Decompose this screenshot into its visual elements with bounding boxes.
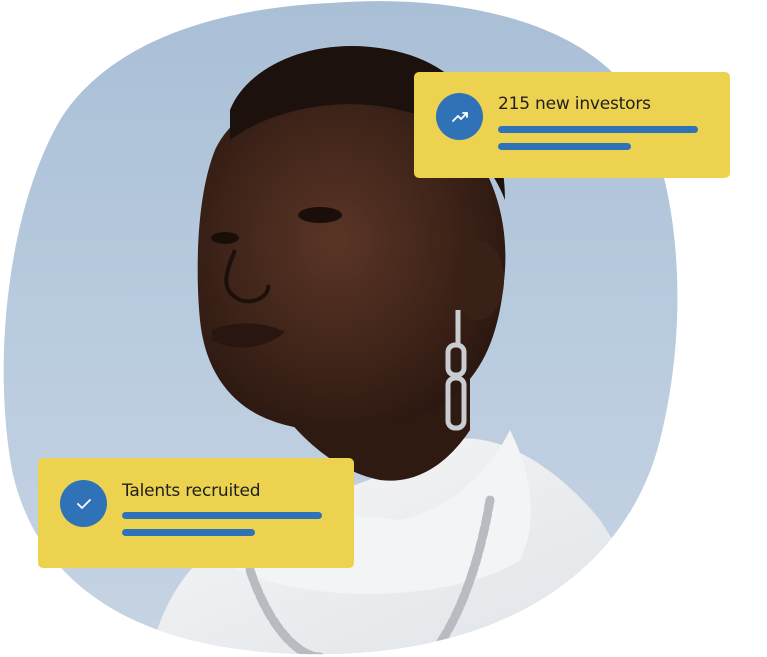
placeholder-line-long	[498, 126, 698, 133]
placeholder-line-long	[122, 512, 322, 519]
checkmark-icon	[60, 480, 107, 527]
talents-card-title: Talents recruited	[122, 481, 261, 501]
eye-right	[298, 207, 342, 223]
investors-card: 215 new investors	[414, 72, 730, 178]
investors-card-title: 215 new investors	[498, 94, 651, 114]
trending-up-icon	[436, 93, 483, 140]
hero-visual: 215 new investors Talents recruited	[0, 0, 767, 657]
placeholder-line-short	[122, 529, 255, 536]
eye-left	[211, 232, 239, 244]
ear	[452, 240, 504, 320]
talents-card: Talents recruited	[38, 458, 354, 568]
placeholder-line-short	[498, 143, 631, 150]
